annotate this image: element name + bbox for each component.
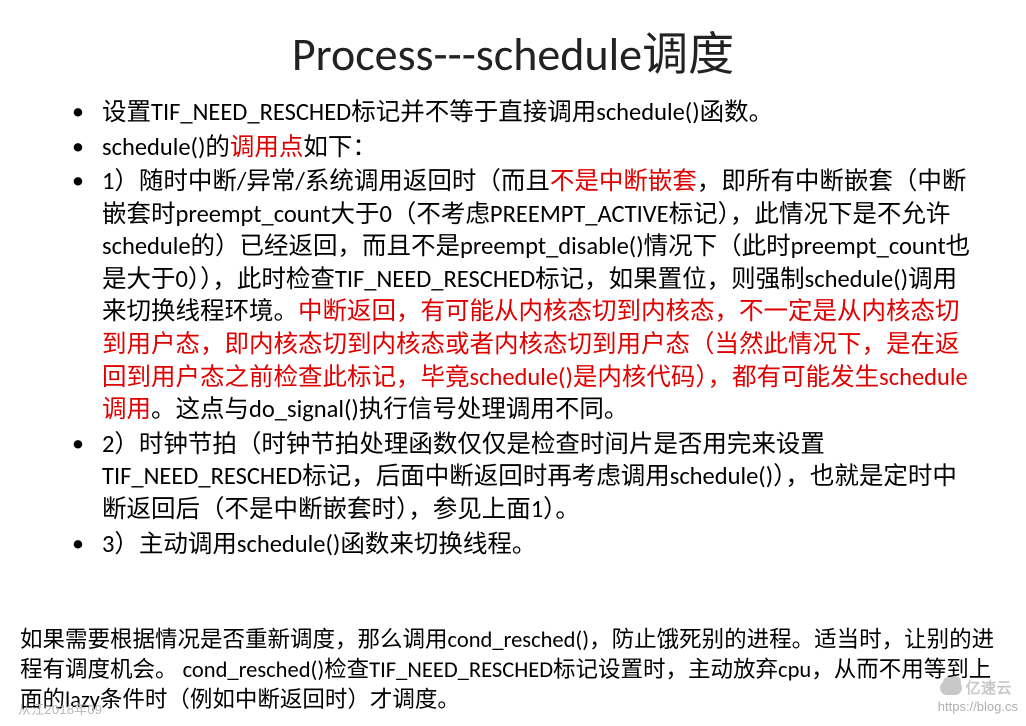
- watermark-logo-text: 亿速云: [965, 677, 1012, 698]
- bullet-list: 设置TIF_NEED_RESCHED标记并不等于直接调用schedule()函数…: [72, 96, 980, 560]
- bullet-5: 3）主动调用schedule()函数来切换线程。: [72, 528, 980, 561]
- bullet-3-red1: 不是中断嵌套: [550, 166, 697, 196]
- bullet-2-pre: schedule()的: [102, 132, 230, 162]
- bullet-1-text: 设置TIF_NEED_RESCHED标记并不等于直接调用schedule()函数…: [102, 97, 773, 127]
- bullet-2-red: 调用点: [230, 132, 304, 162]
- bullet-2-post: 如下：: [303, 132, 377, 162]
- watermark-right: https://blog.cs: [938, 699, 1018, 714]
- bullet-2: schedule()的调用点如下：: [72, 131, 980, 164]
- cloud-icon: [940, 681, 962, 695]
- bullet-4-text: 2）时钟节拍（时钟节拍处理函数仅仅是检查时间片是否用完来设置TIF_NEED_R…: [102, 429, 957, 524]
- bullet-5-text: 3）主动调用schedule()函数来切换线程。: [102, 529, 536, 559]
- slide: Process---schedule调度 设置TIF_NEED_RESCHED标…: [0, 0, 1026, 726]
- bullet-3-seg3: 。这点与do_signal()执行信号处理调用不同。: [151, 394, 628, 424]
- watermark-left: 从江2018年09: [18, 699, 102, 718]
- bullet-3-seg1: 1）随时中断/异常/系统调用返回时（而且: [102, 166, 550, 196]
- bullet-3: 1）随时中断/异常/系统调用返回时（而且不是中断嵌套，即所有中断嵌套（中断嵌套时…: [72, 165, 980, 426]
- footer-paragraph: 如果需要根据情况是否重新调度，那么调用cond_resched()，防止饿死别的…: [20, 626, 1006, 716]
- bullet-4: 2）时钟节拍（时钟节拍处理函数仅仅是检查时间片是否用完来设置TIF_NEED_R…: [72, 428, 980, 526]
- slide-title: Process---schedule调度: [0, 0, 1026, 92]
- watermark-logo: 亿速云: [940, 677, 1012, 698]
- slide-body: 设置TIF_NEED_RESCHED标记并不等于直接调用schedule()函数…: [0, 92, 1026, 560]
- bullet-1: 设置TIF_NEED_RESCHED标记并不等于直接调用schedule()函数…: [72, 96, 980, 129]
